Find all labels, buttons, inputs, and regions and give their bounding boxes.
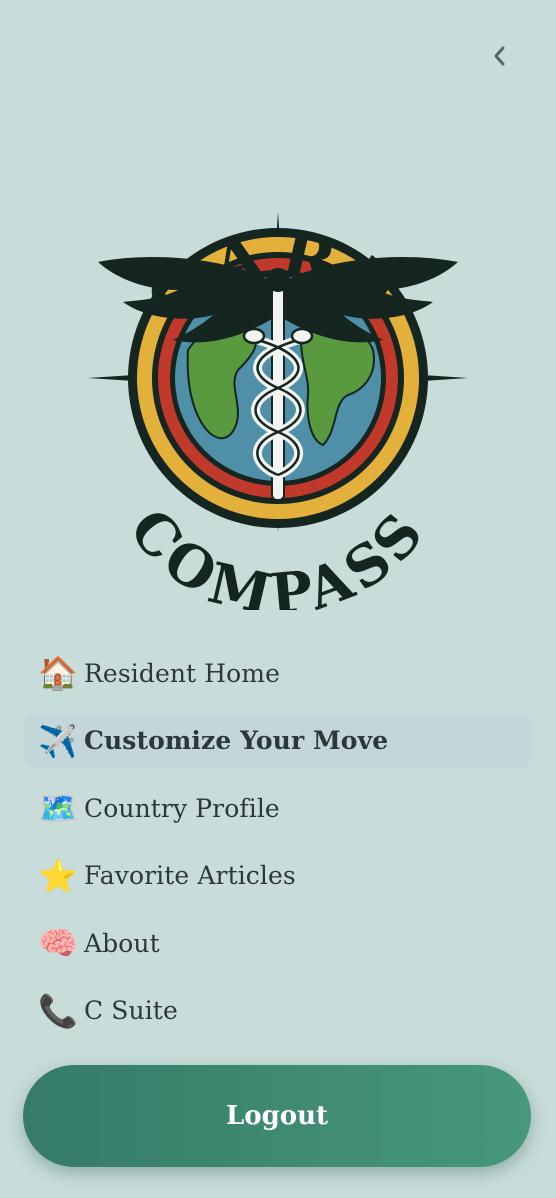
menu-item-label: Customize Your Move: [84, 726, 389, 755]
brain-icon: 🧠: [38, 924, 78, 962]
menu-item-label: C Suite: [84, 996, 178, 1025]
menu-item-label: Country Profile: [84, 793, 280, 823]
star-icon: ⭐: [38, 856, 78, 895]
menu-item-about[interactable]: 🧠 About: [23, 916, 531, 970]
menu-item-country-profile[interactable]: 🗺️ Country Profile: [23, 781, 531, 835]
menu-item-label: Favorite Articles: [84, 861, 296, 890]
menu-item-customize-your-move[interactable]: ✈️ Customize Your Move: [23, 713, 531, 768]
menu-item-favorite-articles[interactable]: ⭐ Favorite Articles: [23, 849, 531, 903]
side-menu: 🏠 Resident Home ✈️ Customize Your Move 🗺️ Cou…: [23, 646, 531, 1051]
menu-item-label: About: [84, 928, 160, 958]
phone-icon: 📞: [38, 991, 78, 1030]
airplane-icon: ✈️: [38, 721, 78, 760]
menu-item-resident-home[interactable]: 🏠 Resident Home: [23, 646, 531, 700]
care-compass-logo: CARE COMPASS: [78, 140, 478, 630]
back-button[interactable]: [484, 40, 516, 72]
logout-button[interactable]: Logout: [23, 1065, 531, 1167]
menu-item-label: Resident Home: [84, 658, 280, 688]
chevron-left-icon: [494, 46, 505, 66]
map-icon: 🗺️: [38, 789, 78, 827]
house-icon: 🏠: [38, 654, 78, 692]
menu-item-c-suite[interactable]: 📞 C Suite: [23, 984, 531, 1038]
